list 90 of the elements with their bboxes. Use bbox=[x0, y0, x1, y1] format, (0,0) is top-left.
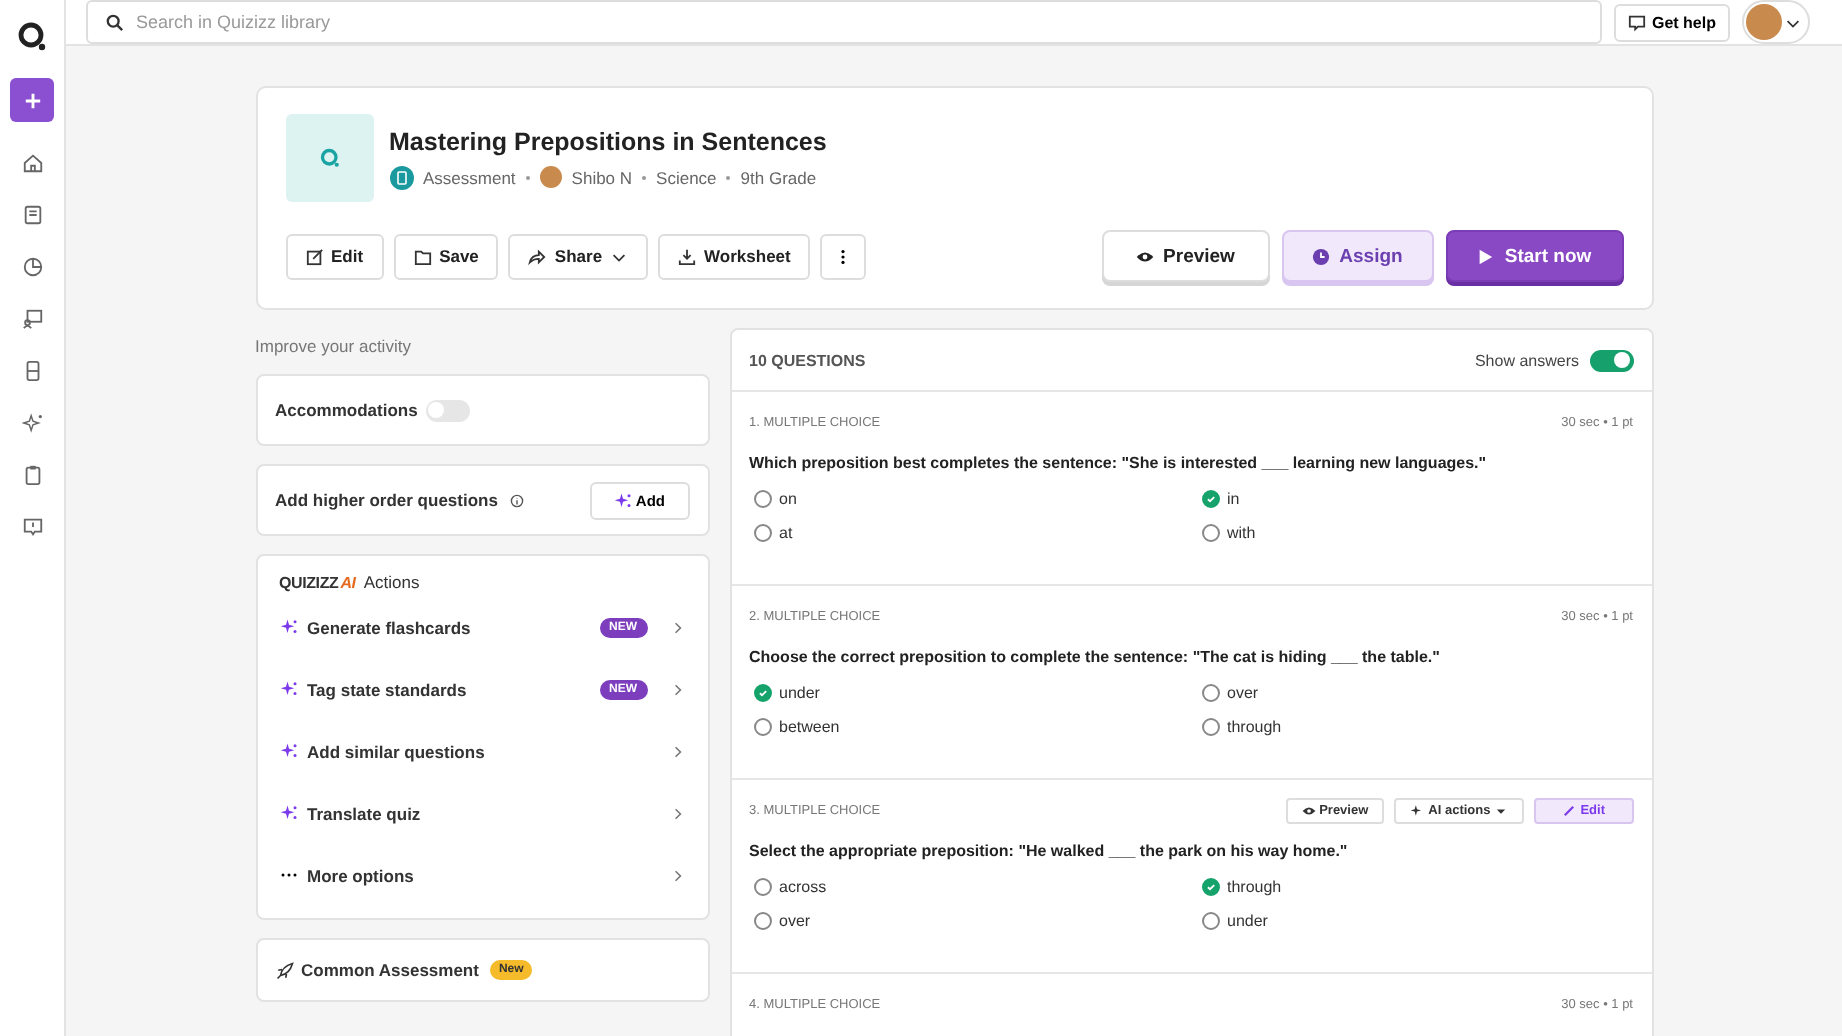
share-button[interactable]: Share bbox=[508, 233, 649, 279]
help-icon bbox=[1627, 13, 1646, 31]
sparkle-icon bbox=[279, 742, 297, 760]
rocket-icon bbox=[275, 961, 293, 979]
answer-option: over bbox=[779, 912, 811, 930]
sparkle-icon bbox=[613, 491, 632, 509]
clock-icon bbox=[1311, 247, 1330, 265]
ai-action-label: Add similar questions bbox=[307, 741, 487, 761]
higher-order-label: Add higher order questions bbox=[275, 490, 498, 510]
assessment-icon bbox=[389, 165, 413, 189]
answer-option: across bbox=[779, 878, 827, 896]
answer-option: on bbox=[779, 490, 797, 508]
answer-option: under bbox=[779, 684, 820, 702]
search-icon bbox=[106, 14, 124, 32]
activity-title: Mastering Prepositions in Sentences bbox=[389, 127, 827, 155]
author-avatar bbox=[539, 166, 562, 188]
worksheet-button[interactable]: Worksheet bbox=[658, 233, 811, 279]
logo-icon[interactable] bbox=[16, 20, 48, 52]
ai-action-label: Generate flashcards bbox=[307, 617, 473, 637]
start-button[interactable]: Start now bbox=[1445, 230, 1623, 282]
answer-option: between bbox=[779, 718, 840, 736]
sparkle-icon bbox=[1410, 803, 1425, 817]
sparkle-icon bbox=[279, 680, 297, 698]
home-icon[interactable] bbox=[21, 152, 43, 174]
ai-actions-title: Actions bbox=[363, 572, 420, 592]
feedback-icon[interactable] bbox=[21, 516, 43, 538]
share-icon bbox=[528, 247, 547, 265]
ai-action-item[interactable]: More options bbox=[279, 844, 685, 906]
answer-option: over bbox=[1227, 684, 1259, 702]
question-text: Choose the correct preposition to complete the sentence: "The cat is hiding ___ the table." bbox=[749, 648, 1442, 666]
show-answers-toggle[interactable] bbox=[1589, 349, 1633, 371]
save-button[interactable]: Save bbox=[393, 233, 499, 279]
ai-action-label: Translate quiz bbox=[307, 803, 423, 823]
section-heading: Improve your activity bbox=[255, 336, 413, 356]
chevron-right-icon bbox=[669, 619, 685, 635]
chevron-right-icon bbox=[669, 743, 685, 759]
pencil-icon bbox=[1562, 803, 1577, 817]
library-icon[interactable] bbox=[21, 360, 43, 382]
eye-icon bbox=[1301, 803, 1316, 817]
chevron-right-icon bbox=[669, 867, 685, 883]
preview-button[interactable]: Preview bbox=[1101, 230, 1269, 282]
info-icon[interactable] bbox=[509, 493, 524, 507]
ai-action-item[interactable]: Add similar questions bbox=[279, 720, 685, 782]
ai-action-item[interactable]: Translate quiz bbox=[279, 782, 685, 844]
create-button[interactable] bbox=[10, 78, 54, 122]
classroom-icon[interactable] bbox=[21, 308, 43, 330]
separator-dot bbox=[642, 175, 647, 179]
assign-button[interactable]: Assign bbox=[1281, 230, 1433, 282]
edit-icon bbox=[305, 247, 323, 265]
sparkle-icon bbox=[279, 804, 297, 822]
get-help-button[interactable]: Get help bbox=[1613, 3, 1730, 41]
subject: Science bbox=[656, 167, 717, 187]
brand-logo: QUIZIZZAI bbox=[279, 573, 356, 591]
chevron-right-icon bbox=[669, 681, 685, 697]
eye-icon bbox=[1135, 247, 1154, 265]
answer-option: through bbox=[1227, 878, 1282, 896]
separator-dot bbox=[525, 175, 530, 179]
question-text: Select the appropriate preposition: "He walked ___ the park on his way home." bbox=[749, 842, 1350, 860]
book-icon[interactable] bbox=[21, 204, 43, 226]
answer-option: with bbox=[1227, 524, 1256, 542]
profile-menu[interactable] bbox=[1742, 0, 1810, 44]
download-icon bbox=[678, 247, 697, 265]
quiz-thumbnail bbox=[285, 114, 373, 202]
question-text: Which preposition best completes the sentence: "She is interested ___ learning new languages." bbox=[749, 454, 1489, 472]
answer-option: through bbox=[1227, 718, 1282, 736]
answer-option: under bbox=[1227, 912, 1268, 930]
avatar bbox=[1746, 4, 1782, 40]
separator-dot bbox=[726, 175, 731, 179]
accommodations-toggle[interactable] bbox=[425, 399, 470, 421]
clipboard-icon[interactable] bbox=[21, 464, 43, 486]
folder-icon bbox=[413, 247, 432, 265]
ai-action-label: More options bbox=[307, 865, 416, 885]
ai-action-label: Tag state standards bbox=[307, 679, 469, 699]
pie-chart-icon[interactable] bbox=[21, 256, 43, 278]
play-icon bbox=[1476, 247, 1495, 265]
grade: 9th Grade bbox=[740, 167, 817, 187]
answer-option: in bbox=[1227, 490, 1240, 508]
activity-type: Assessment bbox=[423, 167, 516, 187]
sparkle-icon[interactable] bbox=[21, 412, 43, 434]
sparkle-icon bbox=[279, 618, 297, 636]
accommodations-label: Accommodations bbox=[275, 400, 418, 420]
plus-icon bbox=[23, 91, 41, 109]
edit-button[interactable]: Edit bbox=[285, 233, 384, 279]
chevron-right-icon bbox=[669, 805, 685, 821]
search-field[interactable]: Search in Quizizz library bbox=[86, 0, 1602, 44]
show-answers-label: Show answers bbox=[1474, 351, 1579, 369]
question-count: 10 QUESTIONS bbox=[749, 351, 866, 369]
answer-option: at bbox=[779, 524, 793, 542]
common-assessment-label: Common Assessment bbox=[301, 960, 479, 980]
author-name[interactable]: Shibo N bbox=[571, 167, 633, 187]
